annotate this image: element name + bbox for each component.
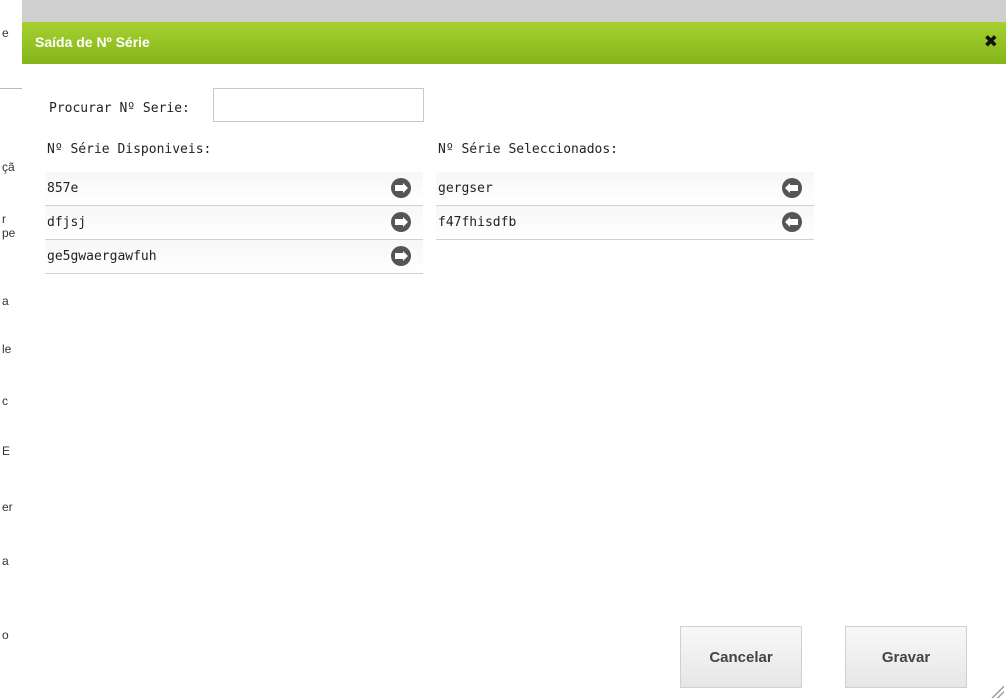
- serial-exit-dialog: Saída de Nº Série ✖ Procurar Nº Serie: N…: [22, 22, 1006, 700]
- arrow-left-circle-icon[interactable]: [782, 178, 802, 198]
- background-text: a: [2, 554, 9, 568]
- available-item-label: 857e: [47, 181, 79, 196]
- background-page-top: [22, 0, 1006, 22]
- background-text: r: [2, 212, 6, 226]
- selected-list: gergser f47fhisdfb: [436, 172, 814, 240]
- background-divider: [0, 88, 22, 89]
- save-button[interactable]: Gravar: [845, 626, 967, 688]
- background-text: pe: [2, 226, 16, 240]
- background-text: er: [2, 500, 13, 514]
- selected-item: f47fhisdfb: [436, 206, 814, 240]
- selected-item-label: gergser: [438, 181, 493, 196]
- available-item: ge5gwaergawfuh: [45, 240, 423, 274]
- available-item-label: ge5gwaergawfuh: [47, 249, 157, 264]
- available-list-title: Nº Série Disponiveis:: [47, 142, 212, 157]
- background-text: a: [2, 294, 9, 308]
- available-item-label: dfjsj: [47, 215, 87, 230]
- available-item: dfjsj: [45, 206, 423, 240]
- cancel-button[interactable]: Cancelar: [680, 626, 802, 688]
- selected-list-title: Nº Série Seleccionados:: [438, 142, 619, 157]
- background-text: le: [2, 342, 12, 356]
- background-page: e çã r pe a le c E er a o: [0, 0, 22, 700]
- arrow-right-circle-icon[interactable]: [391, 178, 411, 198]
- available-item: 857e: [45, 172, 423, 206]
- background-text: E: [2, 444, 11, 458]
- dialog-title: Saída de Nº Série: [35, 34, 150, 50]
- available-list: 857e dfjsj ge5gwaergawfuh: [45, 172, 423, 274]
- arrow-right-circle-icon[interactable]: [391, 212, 411, 232]
- arrow-left-circle-icon[interactable]: [782, 212, 802, 232]
- search-label: Procurar Nº Serie:: [49, 101, 190, 116]
- background-text: e: [2, 26, 9, 40]
- background-text: çã: [2, 160, 15, 174]
- dialog-titlebar[interactable]: Saída de Nº Série ✖: [22, 22, 1006, 64]
- close-icon[interactable]: ✖: [984, 32, 998, 52]
- search-input[interactable]: [213, 88, 424, 122]
- selected-item-label: f47fhisdfb: [438, 215, 517, 230]
- selected-item: gergser: [436, 172, 814, 206]
- resize-grip[interactable]: [990, 684, 1004, 698]
- arrow-right-circle-icon[interactable]: [391, 246, 411, 266]
- background-text: o: [2, 628, 9, 642]
- background-text: c: [2, 394, 8, 408]
